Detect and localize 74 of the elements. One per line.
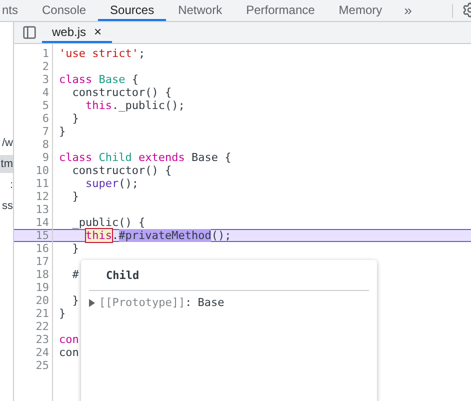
property-key: [[Prototype]] <box>99 294 186 311</box>
toggle-navigator-icon[interactable] <box>22 25 37 40</box>
line-number: 8 <box>42 138 49 151</box>
code-token: # <box>72 268 79 281</box>
code-token: Base <box>98 73 126 86</box>
line-number: 13 <box>36 203 49 216</box>
close-icon[interactable]: × <box>94 22 102 42</box>
code-token: } <box>72 294 79 307</box>
panel-tab[interactable]: Memory <box>326 0 394 21</box>
line-number: 17 <box>36 255 49 268</box>
panel-tab[interactable]: Console <box>30 0 98 21</box>
line-number: 20 <box>36 294 49 307</box>
panel-tab[interactable]: Performance <box>234 0 327 21</box>
line-number: 25 <box>36 359 49 372</box>
code-token: super <box>86 177 119 190</box>
line-number: 12 <box>36 190 49 203</box>
code-token: _public() { <box>72 216 146 229</box>
line-number: 22 <box>36 320 49 333</box>
code-token: { <box>132 73 138 86</box>
hovered-token: this <box>86 229 112 242</box>
line-number: 16 <box>36 242 49 255</box>
code-token: (); <box>118 177 138 190</box>
code-token: } <box>72 112 79 125</box>
line-number: 3 <box>42 73 49 86</box>
code-token: Base { <box>191 151 232 164</box>
property-value: Base <box>198 294 224 310</box>
line-number: 1 <box>42 47 49 60</box>
navigator-item[interactable]: tm <box>0 155 13 173</box>
line-number: 21 <box>36 307 49 320</box>
line-number: 6 <box>42 112 49 125</box>
navigator-item[interactable]: /w <box>0 134 13 152</box>
line-number: 5 <box>42 99 49 112</box>
code-token: constructor() { <box>72 86 172 99</box>
code-token: con <box>59 333 79 346</box>
expand-arrow-icon[interactable] <box>89 298 95 307</box>
line-number: 15 <box>36 229 49 242</box>
code-token: 'use strict' <box>59 47 138 60</box>
code-token: Child <box>98 151 132 164</box>
code-token: } <box>59 307 66 320</box>
line-number: 14 <box>36 216 49 229</box>
popover-title: Child <box>106 268 140 284</box>
line-number: 23 <box>36 333 49 346</box>
property-row[interactable]: [[Prototype]]: Base <box>89 294 369 311</box>
code-token: ; <box>138 47 146 60</box>
line-number: 19 <box>36 281 49 294</box>
more-tabs-button[interactable]: » <box>394 0 422 21</box>
code-token: } <box>59 125 66 138</box>
selected-text: #privateMethod <box>118 229 212 242</box>
file-tab[interactable]: web.js × <box>42 22 112 43</box>
code-token: this <box>86 99 112 112</box>
code-token: } <box>72 190 79 203</box>
file-name: web.js <box>52 24 86 40</box>
code-token: ._public(); <box>112 99 185 112</box>
code-token: class <box>59 151 92 164</box>
line-number: 10 <box>36 164 49 177</box>
code-token: . <box>112 229 119 242</box>
line-number: 7 <box>42 125 49 138</box>
line-number: 9 <box>42 151 49 164</box>
line-number: 2 <box>42 60 49 73</box>
line-number: 11 <box>36 177 49 190</box>
line-number: 24 <box>36 346 49 359</box>
navigator-item[interactable]: : <box>0 176 13 194</box>
line-number: 4 <box>42 86 49 99</box>
code-token: constructor() { <box>72 164 172 177</box>
code-token: (); <box>211 229 232 242</box>
panel-tab[interactable]: Network <box>166 0 234 21</box>
code-token: class <box>59 73 92 86</box>
code-token: extends <box>138 151 185 164</box>
property-separator: : <box>185 294 192 310</box>
line-number: 18 <box>36 268 49 281</box>
navigator-item[interactable]: ss <box>0 197 13 215</box>
code-token: } <box>72 242 79 255</box>
code-token: con <box>59 346 79 359</box>
panel-tab[interactable]: nts <box>0 0 30 21</box>
